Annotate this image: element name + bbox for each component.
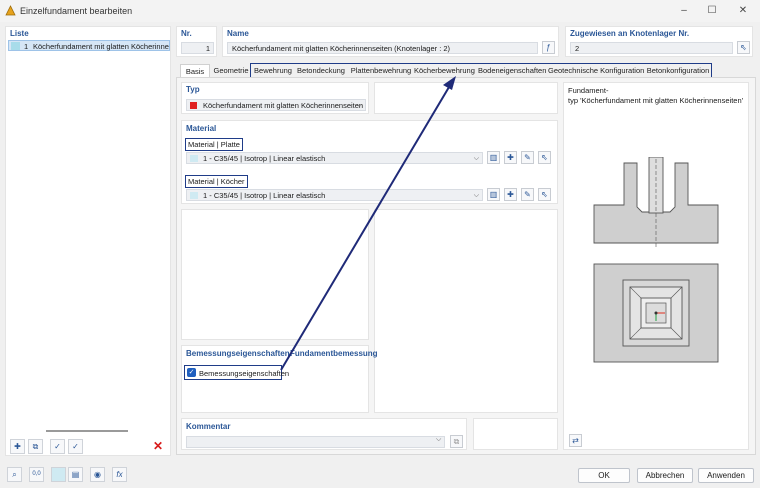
uncheck-all-icon[interactable]: ✓ bbox=[68, 439, 83, 454]
material-library-icon[interactable]: ▥ bbox=[487, 151, 500, 164]
chevron-down-icon[interactable]: ⌵ bbox=[436, 436, 441, 444]
typ-value: Köcherfundament mit glatten Köcherinnens… bbox=[203, 101, 364, 110]
chevron-down-icon: ⌵ bbox=[473, 155, 479, 162]
assigned-header: Zugewiesen an Knotenlager Nr. bbox=[570, 29, 690, 38]
design-panel: Bemessungseigenschaften Fundamentbemessu… bbox=[181, 345, 378, 413]
material-plate-select[interactable]: 1 - C35/45 | Isotrop | Linear elastisch … bbox=[186, 152, 483, 164]
chevron-down-icon: ⌵ bbox=[473, 192, 479, 199]
window-title: Einzelfundament bearbeiten bbox=[20, 6, 133, 16]
comment-input[interactable] bbox=[186, 436, 445, 448]
name-field[interactable]: Köcherfundament mit glatten Köcherinnens… bbox=[227, 42, 538, 54]
material-select-icon[interactable]: ⇖ bbox=[538, 151, 551, 164]
empty-panel-right bbox=[374, 209, 558, 413]
material-plate-label: Material | Platte bbox=[185, 138, 243, 151]
typ-panel: Typ Köcherfundament mit glatten Köcherin… bbox=[181, 82, 369, 114]
material-socket-select[interactable]: 1 - C35/45 | Isotrop | Linear elastisch … bbox=[186, 189, 483, 201]
tab-koecherbewehrung[interactable]: Köcherbewehrung bbox=[414, 64, 475, 77]
decimal-places-icon[interactable]: 0,0 bbox=[29, 467, 44, 482]
chevron-down-icon: ⌵ bbox=[356, 102, 362, 109]
typ-side-panel bbox=[374, 82, 558, 114]
list-item-number: 1 bbox=[24, 42, 29, 51]
tab-geometrie[interactable]: Geometrie bbox=[212, 64, 250, 77]
search-icon[interactable]: ⌕ bbox=[7, 467, 22, 482]
list-item-label: Köcherfundament mit glatten Köcherinnens… bbox=[33, 42, 169, 51]
material-panel: Material Material | Platte 1 - C35/45 | … bbox=[181, 120, 558, 204]
preview-caption-line1: Fundament- bbox=[568, 86, 609, 95]
preview-caption-line2: typ 'Köcherfundament mit glatten Köcheri… bbox=[568, 96, 744, 105]
tab-bar: Basis Geometrie Bewehrung Betondeckung P… bbox=[176, 63, 756, 78]
ok-button[interactable]: OK bbox=[578, 468, 630, 483]
empty-panel-left bbox=[181, 209, 369, 340]
list-header: Liste bbox=[10, 29, 29, 38]
comment-side-panel bbox=[473, 418, 558, 450]
nr-field[interactable]: 1 bbox=[181, 42, 214, 54]
title-bar: Einzelfundament bearbeiten – ☐ ✕ bbox=[0, 0, 760, 22]
material-socket-swatch bbox=[190, 192, 198, 199]
material-plate-value: 1 - C35/45 | Isotrop | Linear elastisch bbox=[203, 154, 326, 163]
copy-item-icon[interactable]: ⧉ bbox=[28, 439, 43, 454]
name-panel: Name Köcherfundament mit glatten Köcheri… bbox=[222, 26, 559, 57]
list-panel: Liste 1 Köcherfundament mit glatten Köch… bbox=[5, 26, 171, 456]
nr-panel: Nr. 1 bbox=[176, 26, 217, 57]
material-edit-icon[interactable]: ✎ bbox=[521, 188, 534, 201]
material-socket-label: Material | Köcher bbox=[185, 175, 248, 188]
design-checkbox[interactable]: ✓ bbox=[187, 368, 196, 377]
app-icon bbox=[5, 5, 16, 16]
tab-plattenbewehrung[interactable]: Plattenbewehrung bbox=[350, 64, 412, 77]
apply-button[interactable]: Anwenden bbox=[698, 468, 754, 483]
nr-header: Nr. bbox=[181, 29, 192, 38]
tab-bewehrung[interactable]: Bewehrung bbox=[254, 64, 292, 77]
new-item-icon[interactable]: ✚ bbox=[10, 439, 25, 454]
color-box-icon[interactable] bbox=[51, 467, 66, 482]
typ-header: Typ bbox=[186, 85, 200, 94]
design-checkbox-label: Bemessungseigenschaften bbox=[199, 369, 290, 378]
material-select-icon[interactable]: ⇖ bbox=[538, 188, 551, 201]
preview-options-icon[interactable]: ⇄ bbox=[569, 434, 582, 447]
foundation-design-header: Fundamentbemessung bbox=[290, 349, 378, 358]
list-item[interactable]: 1 Köcherfundament mit glatten Köcherinne… bbox=[8, 40, 170, 51]
material-new-icon[interactable]: ✚ bbox=[504, 151, 517, 164]
minimize-icon[interactable]: – bbox=[677, 4, 691, 18]
assigned-panel: Zugewiesen an Knotenlager Nr. 2 ⇖ bbox=[565, 26, 753, 57]
material-socket-value: 1 - C35/45 | Isotrop | Linear elastisch bbox=[203, 191, 326, 200]
cancel-button[interactable]: Abbrechen bbox=[637, 468, 693, 483]
design-header: Bemessungseigenschaften bbox=[186, 349, 290, 358]
tab-betonkonfiguration[interactable]: Betonkonfiguration bbox=[646, 64, 710, 77]
name-header: Name bbox=[227, 29, 249, 38]
select-node-icon[interactable]: ⇖ bbox=[737, 41, 750, 54]
comment-copy-icon[interactable]: ⧉ bbox=[450, 435, 463, 448]
material-plate-swatch bbox=[190, 155, 198, 162]
function-icon[interactable]: fx bbox=[112, 467, 127, 482]
material-edit-icon[interactable]: ✎ bbox=[521, 151, 534, 164]
tab-bodeneigenschaften[interactable]: Bodeneigenschaften bbox=[478, 64, 546, 77]
list-item-swatch bbox=[11, 42, 20, 50]
tab-basis[interactable]: Basis bbox=[180, 64, 210, 77]
check-all-icon[interactable]: ✓ bbox=[50, 439, 65, 454]
preview-panel: Fundament- typ 'Köcherfundament mit glat… bbox=[563, 82, 749, 450]
tab-betondeckung[interactable]: Betondeckung bbox=[296, 64, 346, 77]
maximize-icon[interactable]: ☐ bbox=[705, 4, 719, 18]
delete-icon[interactable]: ✕ bbox=[152, 440, 164, 452]
close-icon[interactable]: ✕ bbox=[736, 4, 750, 18]
foundation-plan-drawing bbox=[593, 263, 719, 363]
edit-table-icon[interactable]: ▤ bbox=[68, 467, 83, 482]
typ-color-swatch bbox=[190, 102, 197, 109]
list-scrollbar[interactable] bbox=[46, 430, 128, 432]
comment-header: Kommentar bbox=[186, 422, 231, 431]
view-icon[interactable]: ◉ bbox=[90, 467, 105, 482]
material-header: Material bbox=[186, 124, 217, 133]
foundation-section-drawing bbox=[593, 157, 719, 249]
typ-select[interactable]: Köcherfundament mit glatten Köcherinnens… bbox=[186, 99, 366, 111]
material-new-icon[interactable]: ✚ bbox=[504, 188, 517, 201]
assigned-field[interactable]: 2 bbox=[570, 42, 733, 54]
tab-geotechnische-konfiguration[interactable]: Geotechnische Konfiguration bbox=[548, 64, 644, 77]
material-library-icon[interactable]: ▥ bbox=[487, 188, 500, 201]
edit-name-icon[interactable]: ƒ bbox=[542, 41, 555, 54]
comment-panel: Kommentar ⌵ ⧉ bbox=[181, 418, 467, 450]
